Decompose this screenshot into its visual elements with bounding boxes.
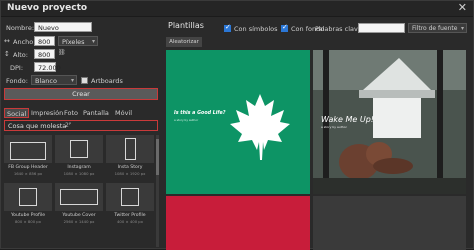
portrait-frame-icon: [125, 138, 136, 160]
link-icon[interactable]: ⛓: [58, 49, 66, 56]
preset-grid: FB Group Header 1640 × 856 px Instagram …: [4, 135, 154, 247]
units-select[interactable]: Píxeles ▾: [58, 36, 98, 46]
square-frame-icon: [121, 188, 139, 206]
with-symbols-label: Con símbolos: [234, 25, 278, 33]
dialog-title: Nuevo proyecto: [7, 3, 88, 13]
preset-fb-group-header[interactable]: FB Group Header 1640 × 856 px: [4, 135, 52, 177]
name-label: Nombre:: [6, 24, 35, 32]
preset-size: 2560 × 1440 px: [63, 219, 95, 224]
chevron-down-icon: ▾: [91, 38, 95, 45]
width-arrows-icon: ↔: [4, 37, 10, 45]
template-subline: a story by author: [174, 118, 199, 122]
template-card-red[interactable]: [166, 196, 310, 250]
square-frame-icon: [19, 188, 37, 206]
preset-name: Instagram: [67, 165, 91, 170]
keywords-input[interactable]: [358, 23, 405, 33]
background-value: Blanco: [35, 77, 57, 85]
square-frame-icon: [70, 140, 88, 158]
tab-screen[interactable]: Pantalla: [81, 108, 111, 118]
background-select[interactable]: Blanco ▾: [31, 75, 77, 85]
preset-instagram[interactable]: Instagram 1080 × 1080 px: [55, 135, 103, 177]
height-label: Alto:: [13, 51, 28, 59]
title-bar: Nuevo proyecto ✕: [1, 1, 473, 17]
preset-name: FB Group Header: [8, 165, 48, 170]
artboards-label: Artboards: [91, 77, 123, 85]
preset-size: 400 × 400 px: [117, 219, 143, 224]
width-input[interactable]: 800: [34, 36, 55, 46]
template-headline: Wake Me Up!: [321, 115, 374, 124]
close-icon[interactable]: ✕: [458, 2, 467, 14]
preset-tabs: Social Impresión Foto Pantalla Móvil: [4, 108, 158, 118]
tab-print[interactable]: Impresión: [29, 108, 65, 118]
preset-scrollbar[interactable]: [156, 135, 159, 247]
preset-youtube-profile[interactable]: Youtube Profile 800 × 800 px: [4, 183, 52, 225]
dpi-input[interactable]: 72.000: [34, 62, 61, 72]
preset-name: Youtube Cover: [62, 213, 96, 218]
search-text: Cosa que molesta: [8, 122, 67, 130]
landscape-frame-icon: [60, 189, 98, 205]
preset-thumbnail: [55, 135, 103, 163]
artboards-checkbox[interactable]: [81, 77, 88, 84]
preset-youtube-cover[interactable]: Youtube Cover 2560 × 1440 px: [55, 183, 103, 225]
preset-thumbnail: [106, 183, 154, 211]
tab-mobile[interactable]: Móvil: [113, 108, 134, 118]
with-symbols-checkbox[interactable]: [224, 23, 231, 32]
preset-thumbnail: [55, 183, 103, 211]
width-label: Ancho:: [13, 38, 36, 46]
preset-thumbnail: [4, 183, 52, 211]
scrollbar-thumb[interactable]: [156, 139, 159, 175]
templates-panel: Plantillas Con símbolos Con fondo Palabr…: [163, 17, 473, 250]
preset-name: Youtube Profile: [10, 213, 46, 218]
create-button[interactable]: Crear: [4, 88, 158, 100]
shuffle-button[interactable]: Aleatorizar: [166, 37, 202, 47]
template-card-gray[interactable]: [313, 196, 466, 250]
template-subline: a story by author: [321, 125, 347, 129]
text-cursor-icon: 2ᴾ: [65, 122, 72, 129]
preset-size: 1640 × 856 px: [13, 171, 43, 176]
tab-photo[interactable]: Foto: [62, 108, 80, 118]
preset-name: Twitter Profile: [114, 213, 146, 218]
template-card-good-life[interactable]: Is this a Good Life? a story by author: [166, 50, 310, 194]
dpi-label: DPI:: [10, 64, 24, 72]
background-label: Fondo:: [6, 77, 28, 85]
height-arrows-icon: ↕: [4, 50, 10, 58]
tab-social[interactable]: Social: [4, 108, 30, 118]
preset-size: 800 × 800 px: [15, 219, 41, 224]
with-background-checkbox[interactable]: [281, 23, 288, 32]
chevron-down-icon: ▾: [70, 77, 74, 84]
preset-search-input[interactable]: Cosa que molesta 2ᴾ: [4, 120, 158, 131]
settings-panel: Nombre: Nuevo proyecto ↔ Ancho: 800 Píxe…: [1, 17, 162, 250]
height-input[interactable]: 800: [34, 49, 55, 59]
template-card-wake-me-up[interactable]: Wake Me Up! a story by author: [313, 50, 466, 194]
font-filter-select[interactable]: Filtro de fuente ▾: [408, 23, 467, 33]
preset-insta-story[interactable]: Insta Story 1080 × 1920 px: [106, 135, 154, 177]
preset-name: Insta Story: [117, 165, 143, 170]
preset-thumbnail: [4, 135, 52, 163]
maple-leaf-icon: [230, 94, 290, 160]
name-input[interactable]: Nuevo proyecto: [34, 22, 92, 42]
preset-size: 1080 × 1920 px: [114, 171, 146, 176]
keywords-label: Palabras clave:: [315, 25, 365, 33]
templates-title: Plantillas: [168, 21, 204, 30]
preset-size: 1080 × 1080 px: [63, 171, 95, 176]
preset-twitter-profile[interactable]: Twitter Profile 400 × 400 px: [106, 183, 154, 225]
chevron-down-icon: ▾: [460, 25, 464, 32]
template-headline: Is this a Good Life?: [174, 111, 226, 116]
units-value: Píxeles: [62, 38, 85, 46]
templates-grid: Is this a Good Life? a story by author W…: [166, 50, 466, 250]
landscape-frame-icon: [10, 142, 46, 160]
new-project-dialog: Nuevo proyecto ✕ Nombre: Nuevo proyecto …: [0, 0, 474, 250]
font-filter-value: Filtro de fuente: [412, 25, 458, 32]
preset-thumbnail: [106, 135, 154, 163]
